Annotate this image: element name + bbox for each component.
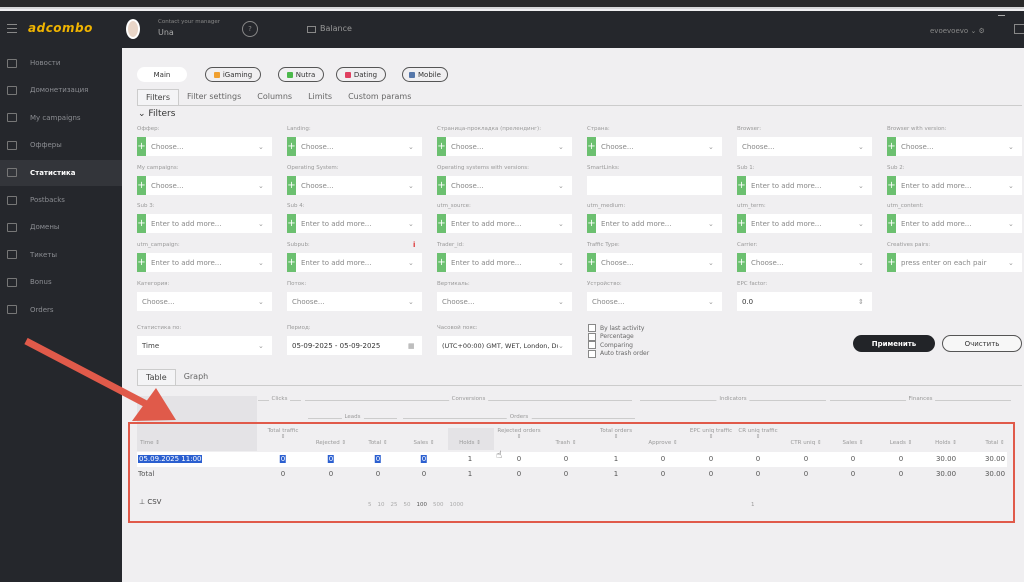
arrow-head [132,388,176,421]
arrow-shaft [24,337,152,410]
annotation-arrow [24,337,176,421]
